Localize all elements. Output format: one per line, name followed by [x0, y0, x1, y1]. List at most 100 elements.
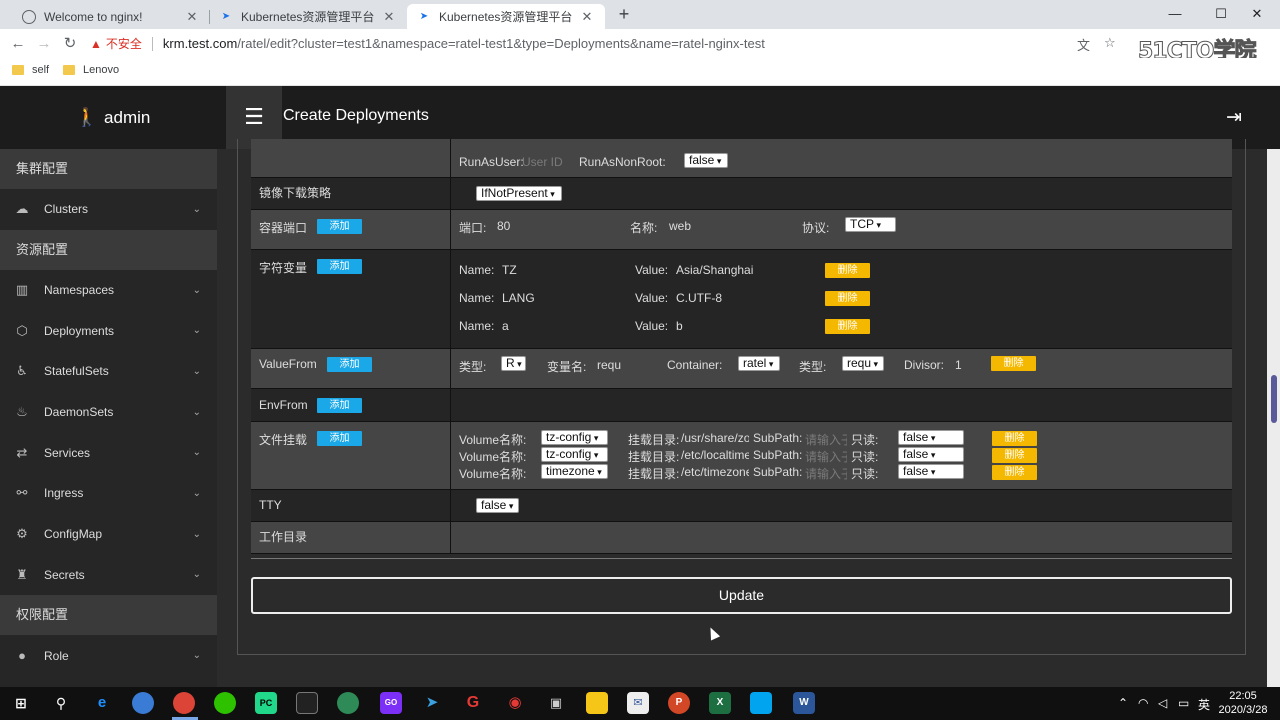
add-volume-button[interactable]: 添加 [317, 431, 362, 446]
sidebar-item-daemonsets[interactable]: ♨ DaemonSets ⌄ [0, 392, 217, 433]
chrome-icon[interactable] [173, 692, 195, 714]
search-icon[interactable]: ⚲ [50, 692, 72, 714]
add-env-button[interactable]: 添加 [317, 259, 362, 274]
sidebar-item-role[interactable]: ● Role ⌄ [0, 635, 217, 676]
var-name-input[interactable]: requ [597, 358, 621, 372]
system-clock[interactable]: 22:05 2020/3/28 [1210, 689, 1276, 717]
translate-icon[interactable]: 文 [1077, 35, 1090, 54]
scrollbar-thumb[interactable] [1271, 375, 1277, 423]
bookmark-self[interactable]: self [12, 64, 49, 76]
mount-path-input[interactable]: /etc/localtime [681, 448, 749, 462]
ime-indicator[interactable]: 英 [1198, 696, 1210, 713]
forward-icon[interactable]: → [34, 34, 54, 54]
port-name-input[interactable]: web [669, 219, 691, 233]
add-env-from-button[interactable]: 添加 [317, 398, 362, 413]
add-value-from-button[interactable]: 添加 [327, 357, 372, 372]
scrollbar[interactable] [1267, 149, 1280, 687]
wechat-icon[interactable] [214, 692, 236, 714]
sidebar-item-statefulsets[interactable]: ♿ StatefulSets ⌄ [0, 351, 217, 392]
env-name-input[interactable]: a [502, 319, 509, 333]
sidebar-item-configmap[interactable]: ⚙ ConfigMap ⌄ [0, 514, 217, 555]
resource-type-select[interactable]: requ [842, 356, 884, 371]
env-value-input[interactable]: b [676, 319, 683, 333]
env-value-input[interactable]: C.UTF-8 [676, 291, 722, 305]
workdir-input[interactable] [452, 522, 1232, 553]
readonly-select[interactable]: false [898, 464, 964, 479]
goland-icon[interactable]: GO [380, 692, 402, 714]
ie-icon[interactable]: e [91, 692, 113, 714]
sidebar-item-clusters[interactable]: ☁ Clusters ⌄ [0, 189, 217, 230]
subpath-input[interactable]: 请输入子 [805, 465, 847, 482]
divisor-input[interactable]: 1 [955, 358, 962, 372]
logout-icon[interactable]: ⇥ [1226, 106, 1242, 129]
delete-env-button[interactable]: 删除 [825, 263, 870, 278]
browser-app-icon[interactable] [132, 692, 154, 714]
volume-name-select[interactable]: tz-config [541, 447, 608, 462]
new-tab-button[interactable]: + [613, 4, 635, 26]
delete-volume-button[interactable]: 删除 [992, 448, 1037, 463]
subpath-input[interactable]: 请输入子 [805, 431, 847, 448]
close-icon[interactable]: ✕ [184, 9, 200, 25]
back-icon[interactable]: ← [8, 34, 28, 54]
sidebar-item-ingress[interactable]: ⚯ Ingress ⌄ [0, 473, 217, 514]
browser-tab-nginx[interactable]: Welcome to nginx! ✕ [12, 4, 210, 29]
env-value-input[interactable]: Asia/Shanghai [676, 263, 753, 277]
notes-icon[interactable] [586, 692, 608, 714]
browser-tab-krm-2[interactable]: ➤ Kubernetes资源管理平台 ✕ [407, 4, 605, 29]
g-app-icon[interactable]: G [462, 692, 484, 714]
delete-value-from-button[interactable]: 删除 [991, 356, 1036, 371]
image-pull-policy-select[interactable]: IfNotPresent [476, 186, 562, 201]
mount-path-input[interactable]: /usr/share/zo [681, 431, 749, 445]
sidebar-item-deployments[interactable]: ⬡ Deployments ⌄ [0, 310, 217, 351]
windows-start-icon[interactable]: ⊞ [10, 692, 32, 714]
volume-name-select[interactable]: timezone [541, 464, 608, 479]
bookmark-lenovo[interactable]: Lenovo [63, 64, 119, 76]
weibo-icon[interactable]: ◉ [504, 692, 526, 714]
minimize-button[interactable]: — [1152, 0, 1198, 29]
video-icon[interactable]: ▣ [545, 692, 567, 714]
sidebar-item-secrets[interactable]: ♜ Secrets ⌄ [0, 555, 217, 596]
close-icon[interactable]: ✕ [381, 9, 397, 25]
env-name-input[interactable]: LANG [502, 291, 535, 305]
delete-volume-button[interactable]: 删除 [992, 465, 1037, 480]
delete-env-button[interactable]: 删除 [825, 291, 870, 306]
volume-icon[interactable]: ◁ [1158, 696, 1167, 710]
delete-volume-button[interactable]: 删除 [992, 431, 1037, 446]
mail-icon[interactable]: ✉ [627, 692, 649, 714]
delete-env-button[interactable]: 删除 [825, 319, 870, 334]
terminal-icon[interactable] [296, 692, 318, 714]
globe-app-icon[interactable] [337, 692, 359, 714]
powerpoint-icon[interactable]: P [668, 692, 690, 714]
volume-name-select[interactable]: tz-config [541, 430, 608, 445]
value-from-type-select[interactable]: R [501, 356, 526, 371]
reload-icon[interactable]: ↻ [60, 34, 80, 54]
excel-icon[interactable]: X [709, 692, 731, 714]
close-icon[interactable]: ✕ [579, 9, 595, 25]
wifi-icon[interactable]: ◠ [1138, 696, 1148, 710]
tty-select[interactable]: false [476, 498, 519, 513]
meeting-icon[interactable] [750, 692, 772, 714]
sidebar-item-services[interactable]: ⇄ Services ⌄ [0, 432, 217, 473]
url-input[interactable]: ▲ 不安全 krm.test.com/ratel/edit?cluster=te… [90, 32, 1130, 55]
subpath-input[interactable]: 请输入子 [805, 448, 847, 465]
mount-path-input[interactable]: /etc/timezone [681, 465, 749, 479]
update-button[interactable]: Update [251, 577, 1232, 614]
readonly-select[interactable]: false [898, 447, 964, 462]
browser-tab-krm-1[interactable]: ➤ Kubernetes资源管理平台 ✕ [209, 4, 407, 29]
security-label[interactable]: 不安全 [106, 35, 142, 52]
add-port-button[interactable]: 添加 [317, 219, 362, 234]
notification-icon[interactable]: ▭ [1178, 696, 1189, 710]
run-as-user-input[interactable]: User ID [522, 155, 563, 169]
run-as-non-root-select[interactable]: false [684, 153, 728, 168]
container-select[interactable]: ratel [738, 356, 780, 371]
port-input[interactable]: 80 [497, 219, 510, 233]
pycharm-icon[interactable]: PC [255, 692, 277, 714]
chevron-up-icon[interactable]: ⌃ [1118, 696, 1128, 710]
word-icon[interactable]: W [793, 692, 815, 714]
telegram-icon[interactable]: ➤ [421, 692, 443, 714]
window-close-button[interactable]: ✕ [1234, 0, 1280, 29]
env-name-input[interactable]: TZ [502, 263, 517, 277]
readonly-select[interactable]: false [898, 430, 964, 445]
sidebar-item-namespaces[interactable]: ▥ Namespaces ⌄ [0, 270, 217, 311]
protocol-select[interactable]: TCP [845, 217, 896, 232]
